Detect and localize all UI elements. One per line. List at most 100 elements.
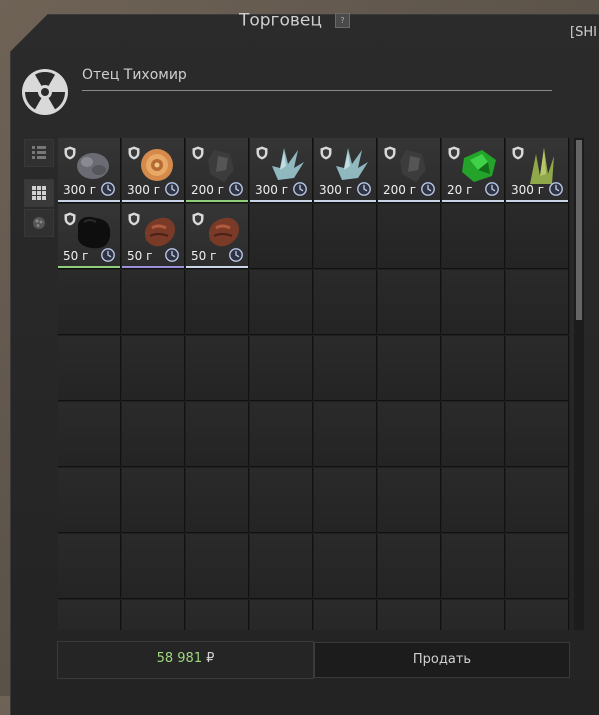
shield-icon [64,212,76,226]
grid-cell[interactable] [506,336,569,401]
grid-cell[interactable] [186,336,249,401]
item-price: 200 г [191,183,225,197]
grid-cell[interactable] [506,534,569,599]
artifact-filter-icon [33,217,45,229]
grid-cell[interactable] [122,600,185,630]
item-price: 50 г [63,249,89,263]
grid-cell[interactable] [58,600,121,630]
trader-name: Отец Тихомир [82,67,187,83]
grid-cell[interactable] [506,270,569,335]
inventory-item[interactable]: 300 г [314,138,376,202]
grid-cell[interactable] [250,534,313,599]
grid-cell[interactable] [506,468,569,533]
shield-icon [192,212,204,226]
grid-cell[interactable] [442,204,505,269]
grid-cell[interactable] [314,534,377,599]
item-grid: 300 г 300 г 200 г 300 г 300 г 200 г 20 г 300 г 5… [58,138,570,630]
grid-cell[interactable] [186,600,249,630]
grid-cell[interactable] [378,270,441,335]
item-price: 300 г [63,183,97,197]
grid-view-button[interactable] [24,179,54,207]
grid-cell[interactable] [122,336,185,401]
grid-cell[interactable] [378,600,441,630]
grid-cell[interactable] [506,402,569,467]
list-view-button[interactable] [24,139,54,167]
dark-shard-artifact-icon [400,150,426,182]
inventory-item[interactable]: 50 г [186,204,248,268]
grid-cell[interactable] [378,468,441,533]
grid-cell[interactable] [442,468,505,533]
grid-cell[interactable] [314,270,377,335]
artifact-filter-button[interactable] [24,209,54,237]
red-flesh-artifact-icon [209,217,239,247]
inventory-item[interactable]: 50 г [122,204,184,268]
grid-cell[interactable] [442,402,505,467]
grid-cell[interactable] [250,336,313,401]
grid-cell[interactable] [442,534,505,599]
grid-cell[interactable] [250,468,313,533]
sell-button[interactable]: Продать [314,642,570,678]
item-price: 300 г [511,183,545,197]
grid-cell[interactable] [314,204,377,269]
shield-icon [384,146,396,160]
clock-icon [485,182,499,196]
inventory-item[interactable]: 300 г [250,138,312,202]
inventory-item[interactable]: 300 г [58,138,120,202]
grid-cell[interactable] [250,204,313,269]
item-price: 20 г [447,183,473,197]
grid-cell[interactable] [58,534,121,599]
grid-view-icon [32,186,46,200]
shield-icon [128,212,140,226]
inventory-item[interactable]: 50 г [58,204,120,268]
grid-cell[interactable] [186,534,249,599]
grid-cell[interactable] [186,270,249,335]
orange-swirl-artifact-icon [141,149,173,181]
inventory-item[interactable]: 20 г [442,138,504,202]
item-price: 50 г [127,249,153,263]
grid-cell[interactable] [314,600,377,630]
clock-icon [421,182,435,196]
grid-cell[interactable] [186,402,249,467]
grid-cell[interactable] [442,600,505,630]
grey-rock-artifact-icon [77,153,109,179]
grid-cell[interactable] [122,534,185,599]
grid-cell[interactable] [250,402,313,467]
grid-cell[interactable] [58,468,121,533]
clock-icon [101,248,115,262]
item-price: 300 г [319,183,353,197]
shield-icon [256,146,268,160]
help-icon[interactable]: ? [335,13,351,28]
grid-cell[interactable] [378,204,441,269]
grid-cell[interactable] [442,270,505,335]
inventory-item[interactable]: 200 г [186,138,248,202]
grid-cell[interactable] [378,534,441,599]
shield-icon [512,146,524,160]
grid-cell[interactable] [250,270,313,335]
shield-icon [64,146,76,160]
grid-cell[interactable] [186,468,249,533]
grid-cell[interactable] [314,468,377,533]
grid-cell[interactable] [122,270,185,335]
grid-cell[interactable] [314,402,377,467]
grid-cell[interactable] [442,336,505,401]
item-price: 300 г [255,183,289,197]
grid-cell[interactable] [58,402,121,467]
grid-cell[interactable] [122,468,185,533]
grid-cell[interactable] [314,336,377,401]
grid-cell[interactable] [506,600,569,630]
grid-cell[interactable] [378,402,441,467]
scrollbar-thumb[interactable] [576,140,582,320]
grid-cell[interactable] [122,402,185,467]
grid-cell[interactable] [506,204,569,269]
grid-cell[interactable] [58,336,121,401]
money-display: 58 981 ₽ [57,641,314,679]
clock-icon [165,182,179,196]
grid-cell[interactable] [58,270,121,335]
inventory-item[interactable]: 200 г [378,138,440,202]
clock-icon [101,182,115,196]
inventory-item[interactable]: 300 г [506,138,568,202]
inventory-item[interactable]: 300 г [122,138,184,202]
grid-cell[interactable] [250,600,313,630]
grid-cell[interactable] [378,336,441,401]
shield-icon [128,146,140,160]
